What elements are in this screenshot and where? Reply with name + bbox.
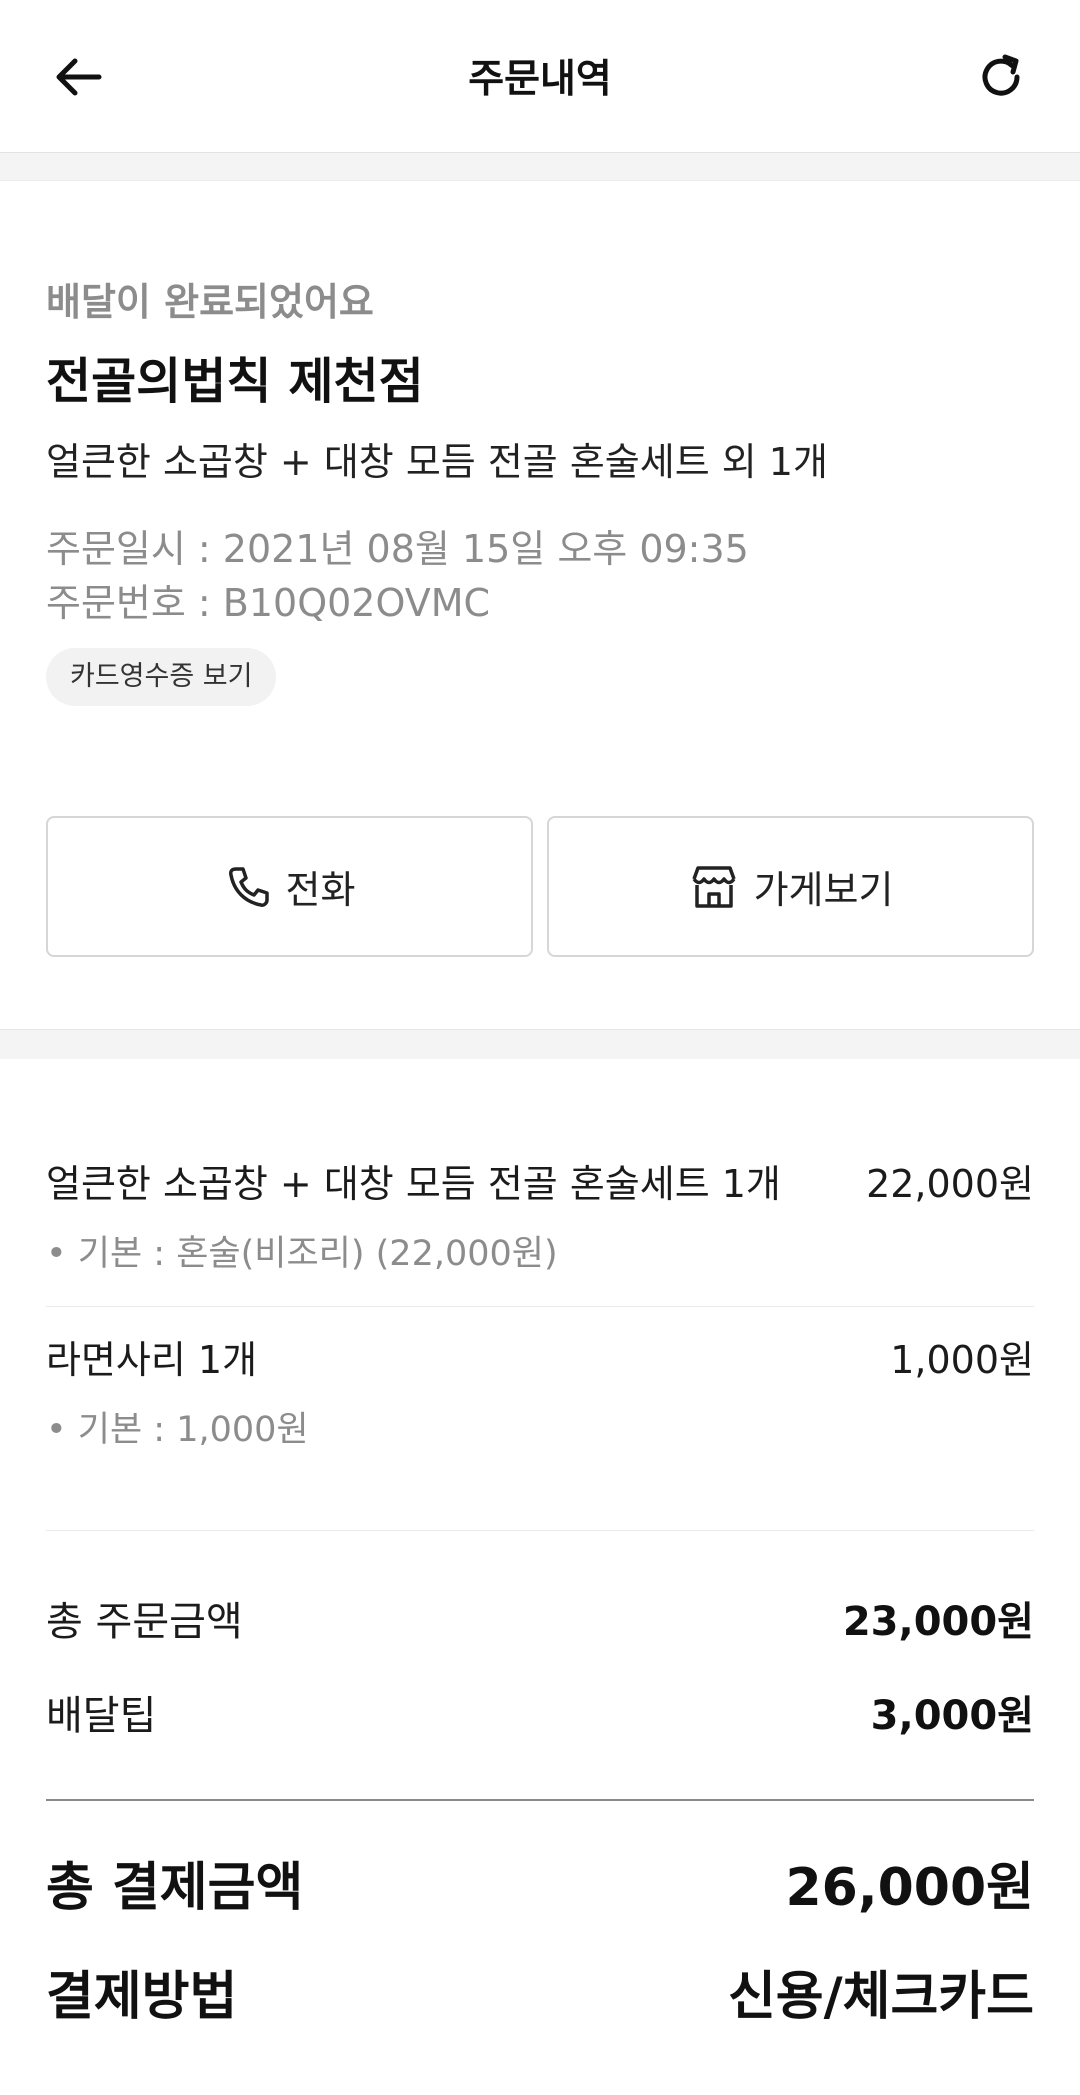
item-option: • 기본 : 1,000원 [46, 1410, 309, 1450]
order-detail-screen: 주문내역 배달이 완료되었어요 전골의법칙 제천점 얼큰한 소곱창 + 대창 모… [0, 0, 1080, 2095]
store-name: 전골의법칙 제천점 [46, 353, 424, 410]
call-label: 전화 [285, 868, 356, 912]
menu-summary: 얼큰한 소곱창 + 대창 모듬 전골 혼술세트 외 1개 [46, 440, 828, 484]
arrow-left-icon [56, 58, 102, 96]
payment-total-value: 26,000원 [785, 1858, 1034, 1918]
item-price: 1,000원 [890, 1338, 1034, 1382]
item-name: 라면사리 1개 [46, 1338, 258, 1382]
refresh-button[interactable] [968, 44, 1034, 110]
list-item: 라면사리 1개 1,000원 • 기본 : 1,000원 [46, 1307, 1034, 1531]
order-total-row: 총 주문금액 23,000원 [46, 1589, 1034, 1647]
order-number: 주문번호 : B10Q02OVMC [46, 581, 491, 625]
delivery-tip-label: 배달팁 [46, 1693, 157, 1739]
list-item: 얼큰한 소곱창 + 대창 모듬 전골 혼술세트 1개 22,000원 • 기본 … [46, 1059, 1034, 1307]
action-buttons: 전화 가게보기 [46, 816, 1034, 957]
store-view-button[interactable]: 가게보기 [547, 816, 1034, 957]
card-receipt-button[interactable]: 카드영수증 보기 [46, 648, 277, 706]
phone-icon [228, 866, 269, 907]
order-summary: 배달이 완료되었어요 전골의법칙 제천점 얼큰한 소곱창 + 대창 모듬 전골 … [0, 271, 1080, 957]
store-icon [691, 865, 736, 908]
payment-total-row: 총 결제금액 26,000원 [46, 1845, 1034, 1920]
payment-method-label: 결제방법 [46, 1967, 238, 2027]
item-option: • 기본 : 혼술(비조리) (22,000원) [46, 1234, 558, 1274]
order-items: 얼큰한 소곱창 + 대창 모듬 전골 혼술세트 1개 22,000원 • 기본 … [0, 1059, 1080, 1531]
order-total-label: 총 주문금액 [46, 1599, 243, 1645]
delivery-tip-row: 배달팁 3,000원 [46, 1683, 1034, 1741]
section-divider [0, 153, 1080, 181]
page-title: 주문내역 [468, 57, 612, 102]
app-header: 주문내역 [0, 0, 1080, 153]
item-name: 얼큰한 소곱창 + 대창 모듬 전골 혼술세트 1개 [46, 1162, 781, 1206]
store-view-label: 가게보기 [753, 868, 894, 912]
delivery-status: 배달이 완료되었어요 [46, 280, 374, 324]
item-price: 22,000원 [866, 1162, 1034, 1206]
payment-total-label: 총 결제금액 [46, 1858, 304, 1918]
section-divider [0, 1029, 1080, 1059]
refresh-icon [982, 54, 1020, 96]
call-button[interactable]: 전화 [46, 816, 533, 957]
order-total-value: 23,000원 [842, 1599, 1034, 1645]
payment-method-row: 결제방법 신용/체크카드 [46, 1954, 1034, 2029]
delivery-tip-value: 3,000원 [870, 1693, 1034, 1739]
order-datetime: 주문일시 : 2021년 08월 15일 오후 09:35 [46, 527, 749, 571]
payment-summary: 총 결제금액 26,000원 결제방법 신용/체크카드 [0, 1801, 1080, 2029]
order-totals: 총 주문금액 23,000원 배달팁 3,000원 [0, 1531, 1080, 1741]
back-button[interactable] [46, 44, 112, 110]
payment-method-value: 신용/체크카드 [727, 1967, 1034, 2027]
order-meta: 주문일시 : 2021년 08월 15일 오후 09:35 주문번호 : B10… [46, 522, 1034, 630]
